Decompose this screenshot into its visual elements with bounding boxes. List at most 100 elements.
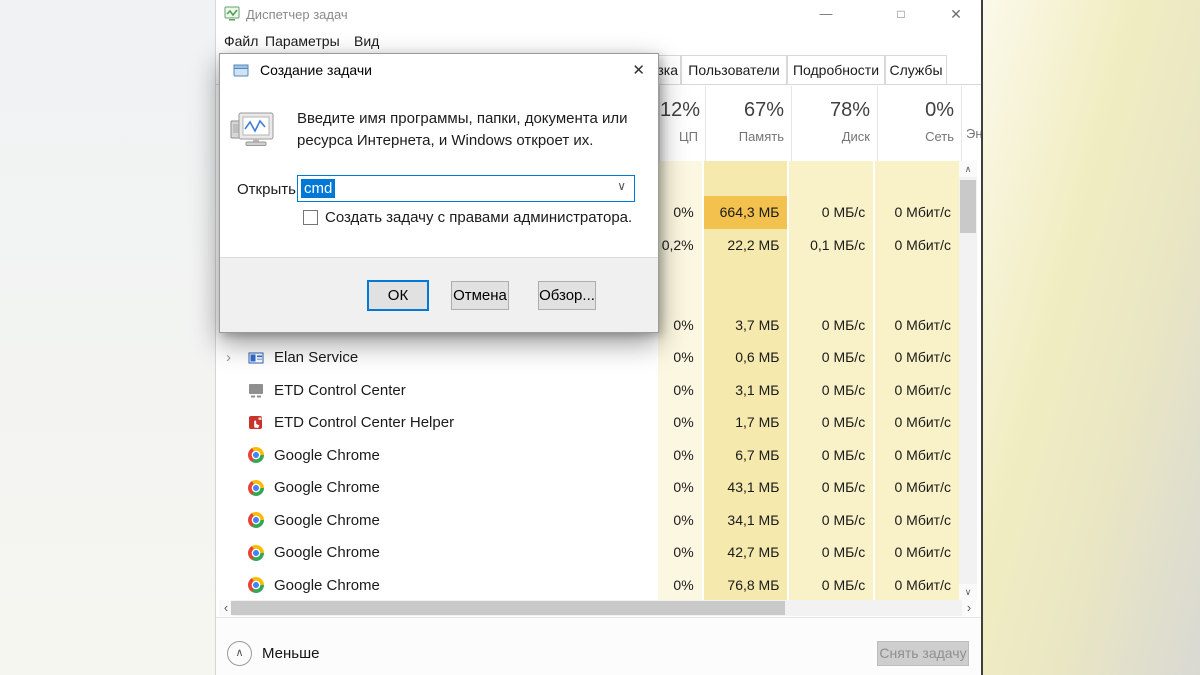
tab-users[interactable]: Пользователи bbox=[681, 55, 787, 84]
vertical-scrollbar-thumb[interactable] bbox=[960, 180, 976, 233]
scroll-down-arrow-icon[interactable]: ∨ bbox=[959, 584, 977, 600]
cell-disk: 0 МБ/с bbox=[789, 341, 876, 374]
process-name-cell: ETD Control Center bbox=[216, 374, 658, 406]
chrome-icon bbox=[248, 577, 264, 593]
menu-options[interactable]: Параметры bbox=[265, 33, 340, 49]
process-name-cell: › Elan Service bbox=[216, 341, 658, 374]
cell-cpu: 0% bbox=[657, 439, 704, 471]
cell-net: 0 Мбит/с bbox=[875, 471, 959, 504]
process-name-cell: Google Chrome bbox=[216, 471, 658, 504]
process-name: Elan Service bbox=[274, 349, 359, 366]
monitor-icon bbox=[249, 384, 263, 398]
process-name: ETD Control Center bbox=[274, 381, 406, 399]
process-name-cell: Google Chrome bbox=[216, 536, 658, 569]
column-header-network[interactable]: 0% Сеть bbox=[877, 86, 961, 161]
cell-cpu: 0% bbox=[657, 504, 704, 536]
scroll-right-arrow-icon[interactable]: › bbox=[962, 600, 976, 616]
table-row[interactable]: Google Chrome 0% 76,8 МБ 0 МБ/с 0 Мбит/с bbox=[216, 569, 959, 600]
chevron-up-circle-icon: ∧ bbox=[227, 641, 252, 666]
horizontal-scrollbar[interactable]: ‹ › bbox=[219, 600, 976, 616]
tab-services[interactable]: Службы bbox=[885, 55, 947, 84]
cell-net: 0 Мбит/с bbox=[875, 406, 959, 439]
disk-total-percent: 78% bbox=[829, 99, 870, 121]
table-row[interactable]: ETD Control Center Helper 0% 1,7 МБ 0 МБ/с 0… bbox=[216, 406, 959, 439]
cell-cpu: 0% bbox=[657, 569, 704, 600]
cell-disk: 0 МБ/с bbox=[789, 196, 876, 229]
column-header-energy-clipped[interactable]: Эн bbox=[961, 86, 981, 161]
cell-disk: 0 МБ/с bbox=[789, 406, 876, 439]
table-row[interactable]: Google Chrome 0% 43,1 МБ 0 МБ/с 0 Мбит/с bbox=[216, 471, 959, 504]
process-name: Google Chrome bbox=[274, 511, 380, 529]
browse-button[interactable]: Обзор... bbox=[538, 281, 596, 310]
cell-net: 0 Мбит/с bbox=[875, 536, 959, 569]
menu-view[interactable]: Вид bbox=[354, 33, 379, 49]
dialog-close-icon[interactable]: ✕ bbox=[632, 61, 645, 79]
minimize-button[interactable]: — bbox=[813, 2, 839, 26]
cell-mem bbox=[703, 262, 790, 309]
cell-net: 0 Мбит/с bbox=[875, 309, 959, 341]
background-left bbox=[0, 0, 215, 675]
open-field-value-selected[interactable]: cmd bbox=[301, 179, 336, 198]
table-row[interactable]: › Elan Service 0% 0,6 МБ 0 МБ/с 0 Мбит/с bbox=[216, 341, 959, 374]
chrome-icon bbox=[248, 544, 264, 561]
cell-mem: 3,7 МБ bbox=[703, 309, 790, 341]
cell-cpu: 0% bbox=[657, 196, 704, 229]
end-task-button[interactable]: Снять задачу bbox=[877, 641, 969, 666]
process-name: Google Chrome bbox=[274, 576, 380, 594]
memory-total-percent: 67% bbox=[743, 99, 784, 121]
close-button[interactable]: ✕ bbox=[943, 2, 969, 26]
menu-file[interactable]: Файл bbox=[224, 33, 258, 49]
fewer-details-toggle[interactable]: ∧ Меньше bbox=[227, 641, 319, 666]
column-header-disk[interactable]: 78% Диск bbox=[791, 86, 877, 161]
status-bar: ∧ Меньше Снять задачу bbox=[216, 617, 981, 675]
cell-mem: 43,1 МБ bbox=[703, 471, 790, 504]
run-program-monitor-icon bbox=[230, 112, 274, 146]
maximize-button[interactable]: □ bbox=[888, 2, 914, 26]
app-window-icon bbox=[233, 64, 249, 76]
cell-mem: 3,1 МБ bbox=[703, 374, 790, 406]
combo-chevron-down-icon[interactable]: ∨ bbox=[617, 179, 626, 193]
network-total-percent: 0% bbox=[925, 99, 954, 121]
column-header-memory[interactable]: 67% Память bbox=[705, 86, 791, 161]
process-name: Google Chrome bbox=[274, 446, 380, 464]
task-manager-chart-icon bbox=[224, 6, 240, 21]
cell-disk: 0 МБ/с bbox=[789, 439, 876, 471]
horizontal-scrollbar-thumb[interactable] bbox=[231, 601, 785, 615]
memory-label: Память bbox=[738, 129, 784, 144]
cell-net bbox=[875, 262, 959, 309]
expand-chevron-icon[interactable]: › bbox=[226, 350, 242, 365]
ok-button[interactable]: ОК bbox=[367, 280, 429, 311]
vertical-scrollbar[interactable]: ∧ ∨ bbox=[959, 161, 977, 600]
admin-rights-label: Создать задачу с правами администратора. bbox=[325, 209, 633, 226]
open-combobox[interactable]: cmd ∨ bbox=[297, 175, 635, 202]
cell-mem: 1,7 МБ bbox=[703, 406, 790, 439]
tab-details[interactable]: Подробности bbox=[787, 55, 885, 84]
cell-cpu: 0% bbox=[657, 536, 704, 569]
cell-disk: 0 МБ/с bbox=[789, 374, 876, 406]
table-row[interactable]: Google Chrome 0% 34,1 МБ 0 МБ/с 0 Мбит/с bbox=[216, 504, 959, 536]
cell-mem: 34,1 МБ bbox=[703, 504, 790, 536]
admin-rights-checkbox[interactable] bbox=[303, 210, 318, 225]
cpu-label: ЦП bbox=[679, 129, 698, 144]
process-name-cell: ETD Control Center Helper bbox=[216, 406, 658, 439]
cell-net: 0 Мбит/с bbox=[875, 229, 959, 262]
window-title: Диспетчер задач bbox=[246, 7, 348, 22]
energy-label: Эн bbox=[966, 126, 981, 141]
table-row[interactable]: Google Chrome 0% 6,7 МБ 0 МБ/с 0 Мбит/с bbox=[216, 439, 959, 471]
touch-helper-icon bbox=[249, 415, 262, 429]
table-row[interactable]: ETD Control Center 0% 3,1 МБ 0 МБ/с 0 Мбит/с bbox=[216, 374, 959, 406]
cell-net: 0 Мбит/с bbox=[875, 196, 959, 229]
cancel-button[interactable]: Отмена bbox=[451, 281, 509, 310]
cell-disk: 0 МБ/с bbox=[789, 569, 876, 600]
cell-mem bbox=[703, 161, 790, 196]
table-row[interactable]: Google Chrome 0% 42,7 МБ 0 МБ/с 0 Мбит/с bbox=[216, 536, 959, 569]
column-header-cpu[interactable]: 12% ЦП bbox=[659, 86, 705, 161]
scroll-up-arrow-icon[interactable]: ∧ bbox=[959, 161, 977, 177]
elan-service-icon bbox=[248, 352, 264, 363]
chrome-icon bbox=[248, 447, 264, 463]
cell-cpu bbox=[657, 262, 704, 309]
cell-net bbox=[875, 161, 959, 196]
process-name: ETD Control Center Helper bbox=[274, 414, 455, 431]
menu-bar: Файл Параметры Вид bbox=[216, 28, 981, 54]
dialog-footer: ОК Отмена Обзор... bbox=[220, 257, 658, 332]
